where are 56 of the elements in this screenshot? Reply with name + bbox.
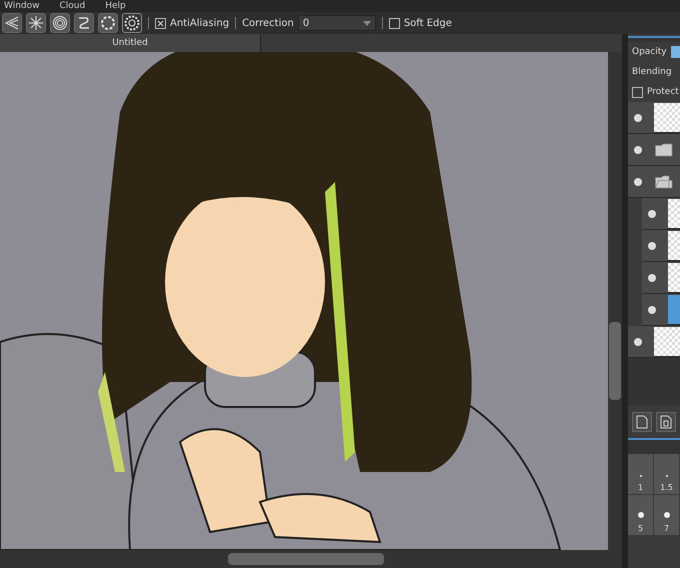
visibility-dot-icon[interactable] — [634, 114, 642, 122]
menu-item[interactable]: Help — [105, 0, 126, 12]
visibility-dot-icon[interactable] — [648, 242, 656, 250]
document-tab[interactable]: Untitled — [0, 34, 261, 52]
curve-icon — [76, 15, 92, 31]
blending-label: Blending — [632, 67, 672, 77]
new-layer-button[interactable] — [632, 412, 652, 432]
tool-button[interactable] — [2, 13, 22, 33]
horizontal-scrollbar[interactable] — [0, 550, 622, 568]
layer-row[interactable] — [642, 294, 680, 326]
layer-row[interactable] — [628, 166, 680, 198]
antialiasing-checkbox[interactable] — [155, 18, 166, 28]
visibility-dot-icon[interactable] — [634, 338, 642, 346]
visibility-dot-icon[interactable] — [634, 146, 642, 154]
menu-item[interactable]: Window — [4, 0, 40, 12]
visibility-dot-icon[interactable] — [634, 178, 642, 186]
layer-row[interactable] — [642, 230, 680, 262]
menu-item[interactable]: Cloud — [60, 0, 86, 12]
layer-row[interactable] — [628, 134, 680, 166]
gear-icon — [124, 15, 140, 31]
brush-size-cell[interactable]: 1 — [628, 454, 653, 494]
burst-icon — [28, 15, 44, 31]
caret-icon — [362, 20, 371, 26]
brush-size-cell[interactable]: 5 — [628, 495, 653, 535]
scrollbar-thumb[interactable] — [228, 553, 384, 565]
tool-button[interactable] — [122, 13, 142, 33]
correction-label: Correction — [242, 18, 294, 28]
visibility-dot-icon[interactable] — [648, 306, 656, 314]
layer-row[interactable] — [642, 198, 680, 230]
layer-row[interactable] — [628, 326, 680, 358]
protect-checkbox[interactable] — [632, 86, 643, 98]
tool-button[interactable] — [98, 13, 118, 33]
tool-button[interactable] — [26, 13, 46, 33]
tool-button[interactable] — [50, 13, 70, 33]
duplicate-layer-button[interactable] — [656, 412, 676, 432]
visibility-dot-icon[interactable] — [648, 210, 656, 218]
layer-row[interactable] — [642, 262, 680, 294]
arrow-icon — [4, 15, 20, 31]
brush-size-cell[interactable]: 1.5 — [654, 454, 679, 494]
page-icon — [660, 415, 672, 429]
tool-button[interactable] — [74, 13, 94, 33]
antialiasing-label: AntiAliasing — [170, 18, 230, 28]
concentric-circles-icon — [52, 15, 68, 31]
soft-edge-label: Soft Edge — [404, 18, 452, 28]
opacity-label: Opacity — [632, 47, 667, 57]
dotted-circle-icon — [100, 15, 116, 31]
layer-row[interactable] — [628, 102, 680, 134]
brush-size-cell[interactable]: 7 — [654, 495, 679, 535]
page-icon — [636, 415, 648, 429]
scrollbar-thumb[interactable] — [609, 322, 621, 400]
correction-dropdown[interactable]: 0 — [298, 15, 376, 31]
opacity-slider[interactable] — [670, 46, 680, 58]
protect-label: Protect — [647, 87, 679, 97]
visibility-dot-icon[interactable] — [648, 274, 656, 282]
soft-edge-checkbox[interactable] — [388, 18, 400, 28]
vertical-scrollbar[interactable] — [608, 52, 622, 550]
